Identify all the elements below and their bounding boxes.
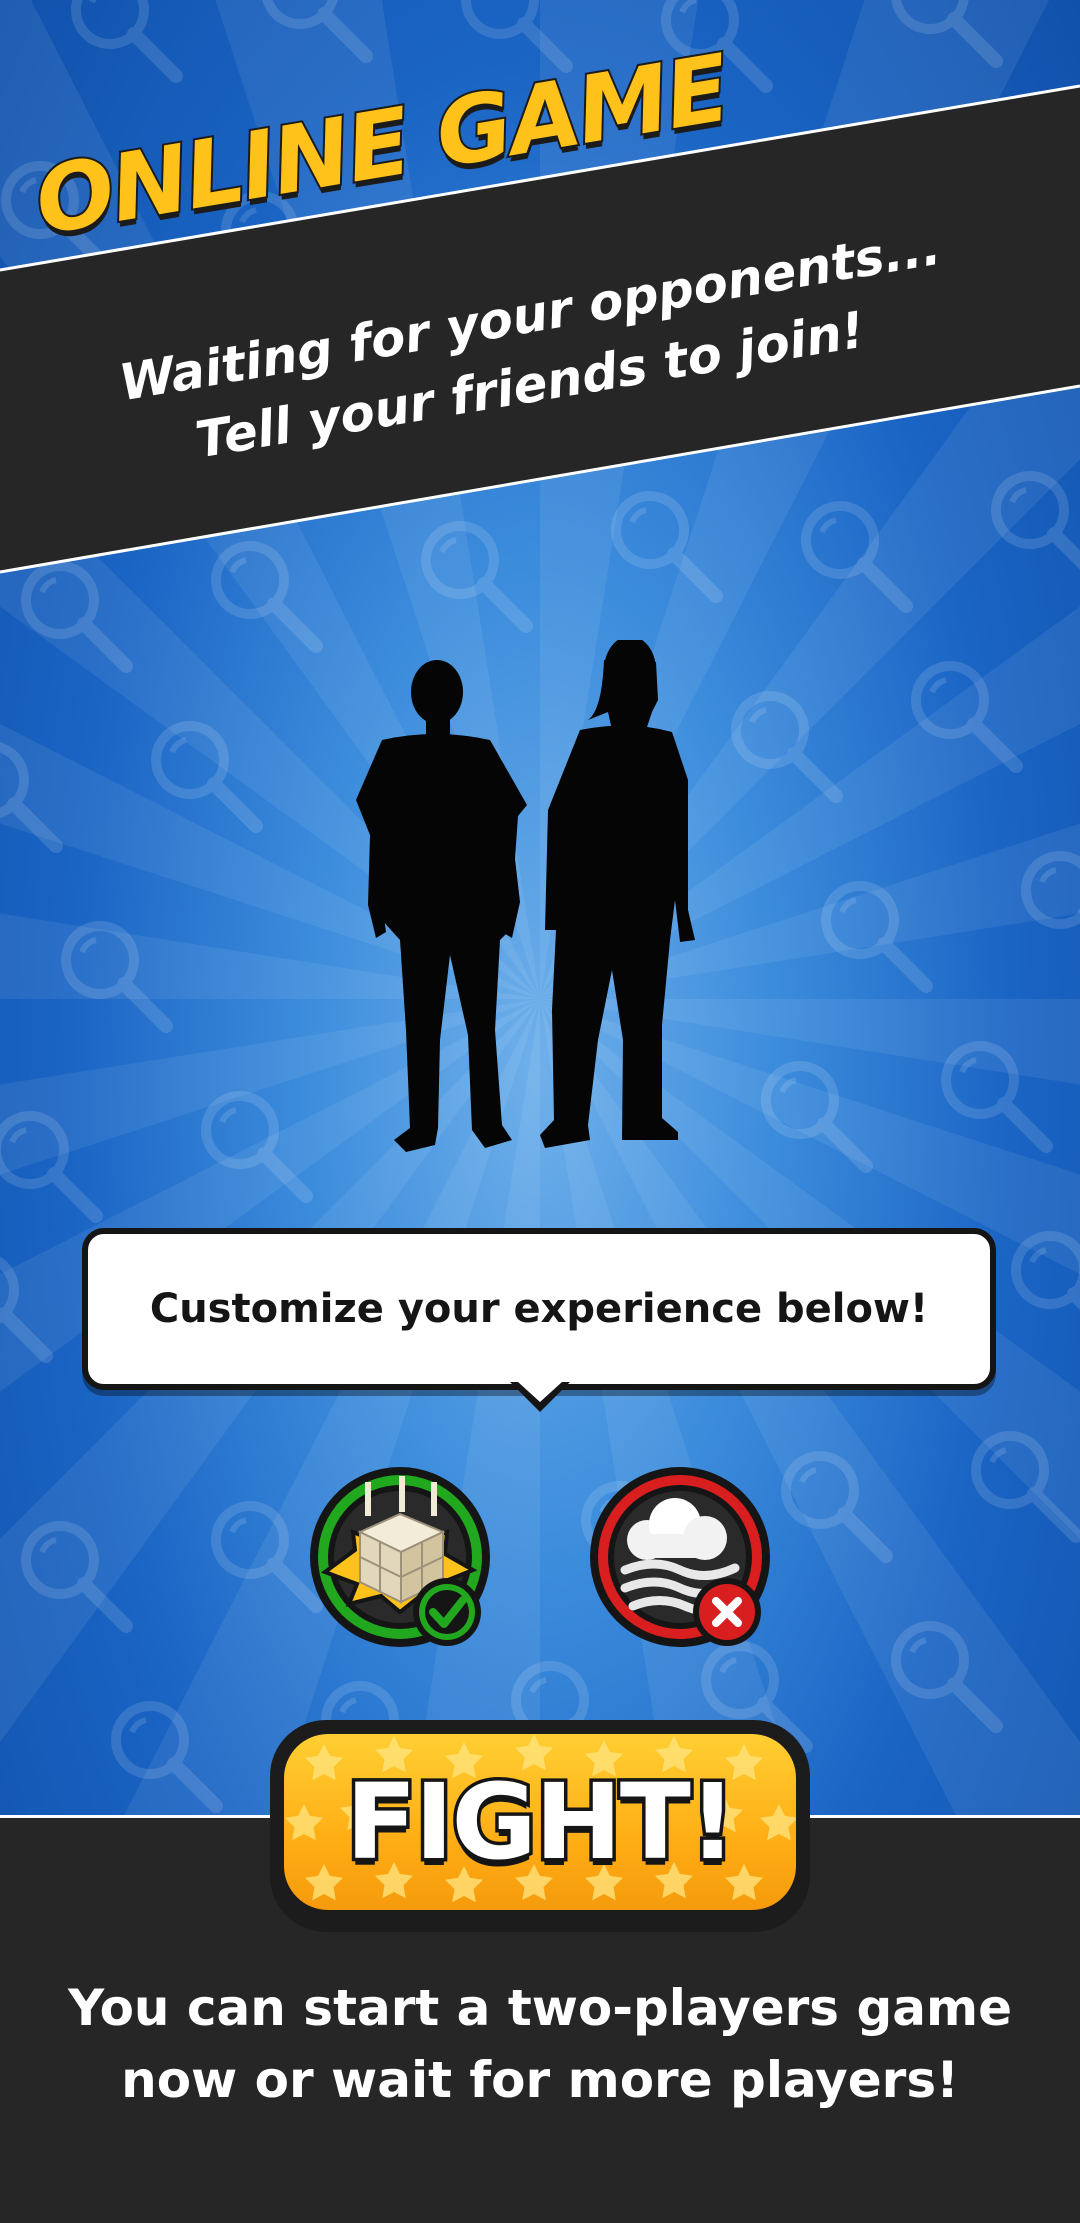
players-silhouette [356, 640, 695, 1152]
check-badge-icon [413, 1578, 481, 1646]
footer-message: You can start a two-players game now or … [40, 1972, 1040, 2116]
cross-badge-icon [693, 1578, 761, 1646]
page-title: ONLINE GAME [26, 33, 737, 258]
fight-label: FIGHT! [342, 1758, 740, 1887]
bubble-text: Customize your experience below! [149, 1286, 929, 1332]
fight-button[interactable]: FIGHT! [270, 1720, 810, 1932]
info-bubble: Customize your experience below! [82, 1228, 996, 1390]
footer-line-1: You can start a two-players game [67, 1979, 1013, 2037]
cloud-wind-option[interactable] [585, 1462, 775, 1662]
bubble-tail [510, 1382, 570, 1412]
footer-line-2: now or wait for more players! [121, 2051, 959, 2109]
crate-explosion-option[interactable] [305, 1462, 495, 1662]
